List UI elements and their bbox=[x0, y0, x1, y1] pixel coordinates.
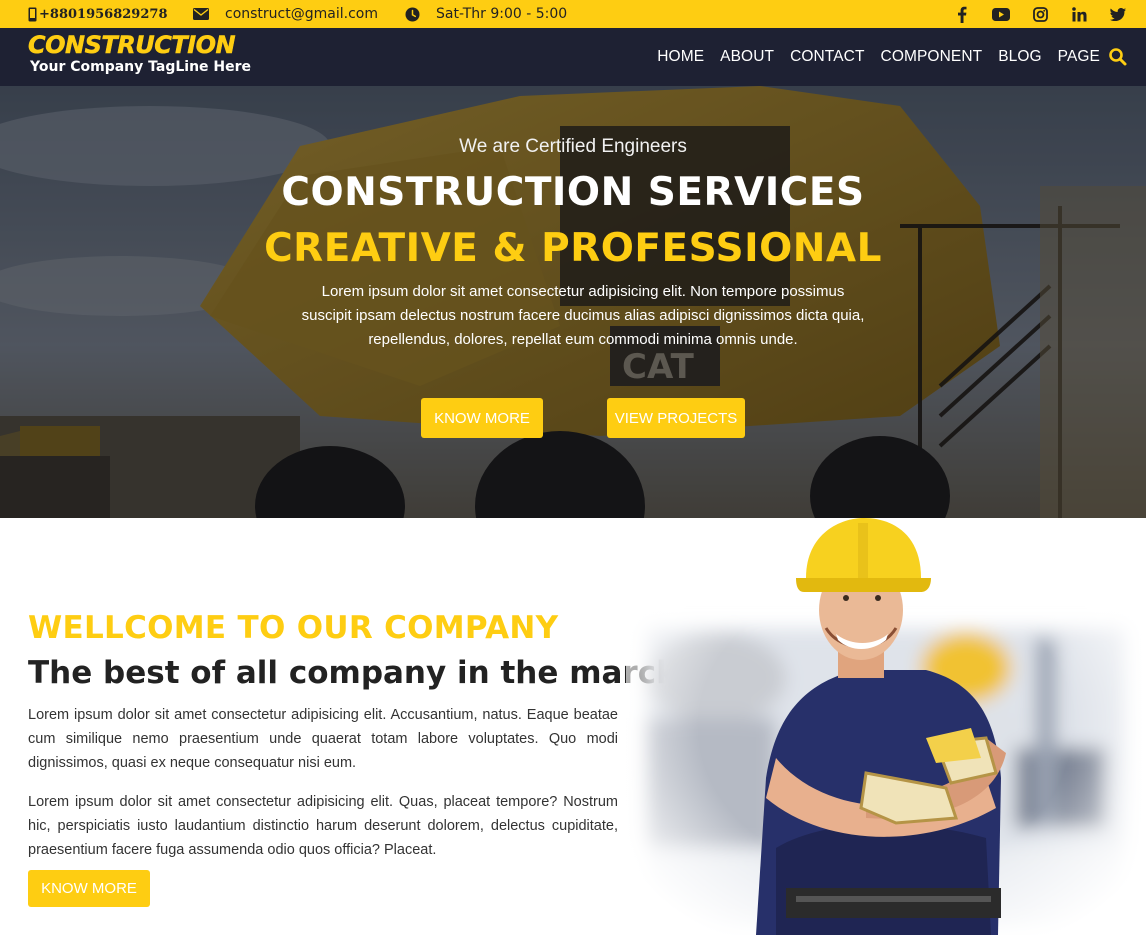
hero-description: Lorem ipsum dolor sit amet consectetur a… bbox=[301, 283, 865, 348]
brand-tagline: Your Company TagLine Here bbox=[30, 59, 252, 75]
phone-contact[interactable]: +8801956829278 bbox=[28, 0, 167, 28]
about-paragraph-2: Lorem ipsum dolor sit amet consectetur a… bbox=[28, 794, 618, 858]
hero-subtitle: CREATIVE & PROFESSIONAL bbox=[264, 226, 882, 271]
view-projects-button[interactable]: VIEW PROJECTS bbox=[607, 398, 745, 438]
hero-section: CAT We are Certified Engineers CONSTRUCT… bbox=[0, 86, 1146, 518]
youtube-icon[interactable] bbox=[991, 4, 1011, 24]
opening-hours: Sat-Thr 9:00 - 5:00 bbox=[405, 0, 567, 28]
hero-title: CONSTRUCTION SERVICES bbox=[281, 170, 865, 215]
know-more-button[interactable]: KNOW MORE bbox=[421, 398, 543, 438]
nav-page[interactable]: PAGE bbox=[1058, 48, 1100, 66]
email-address: construct@gmail.com bbox=[225, 6, 378, 22]
nav-home[interactable]: HOME bbox=[657, 48, 704, 66]
clock-icon bbox=[405, 7, 420, 22]
nav-component[interactable]: COMPONENT bbox=[881, 48, 983, 66]
main-menu: HOME ABOUT CONTACT COMPONENT BLOG PAGE bbox=[657, 28, 1100, 86]
about-subheading: The best of all company in the marcket bbox=[28, 655, 712, 691]
nav-blog[interactable]: BLOG bbox=[998, 48, 1041, 66]
construction-worker-image bbox=[626, 518, 1146, 935]
twitter-icon[interactable] bbox=[1108, 4, 1128, 24]
search-icon[interactable] bbox=[1108, 47, 1128, 67]
about-know-more-button[interactable]: KNOW MORE bbox=[28, 870, 150, 907]
facebook-icon[interactable] bbox=[952, 4, 972, 24]
linkedin-icon[interactable] bbox=[1069, 4, 1089, 24]
top-contact-bar: +8801956829278 construct@gmail.com Sat-T… bbox=[0, 0, 1146, 28]
hero-kicker: We are Certified Engineers bbox=[459, 136, 687, 157]
phone-icon bbox=[28, 7, 37, 22]
instagram-icon[interactable] bbox=[1030, 4, 1050, 24]
envelope-icon bbox=[193, 8, 209, 20]
main-navbar: CONSTRUCTION Your Company TagLine Here H… bbox=[0, 28, 1146, 86]
brand-logo[interactable]: CONSTRUCTION bbox=[28, 31, 236, 60]
hero-content: We are Certified Engineers CONSTRUCTION … bbox=[0, 86, 1146, 518]
nav-contact[interactable]: CONTACT bbox=[790, 48, 864, 66]
about-paragraph-1: Lorem ipsum dolor sit amet consectetur a… bbox=[28, 707, 618, 771]
social-links bbox=[952, 0, 1128, 28]
hours-text: Sat-Thr 9:00 - 5:00 bbox=[436, 6, 568, 22]
email-contact[interactable]: construct@gmail.com bbox=[193, 0, 378, 28]
nav-about[interactable]: ABOUT bbox=[720, 48, 774, 66]
phone-number: +8801956829278 bbox=[39, 6, 168, 22]
about-heading: WELLCOME TO OUR COMPANY bbox=[28, 610, 559, 646]
